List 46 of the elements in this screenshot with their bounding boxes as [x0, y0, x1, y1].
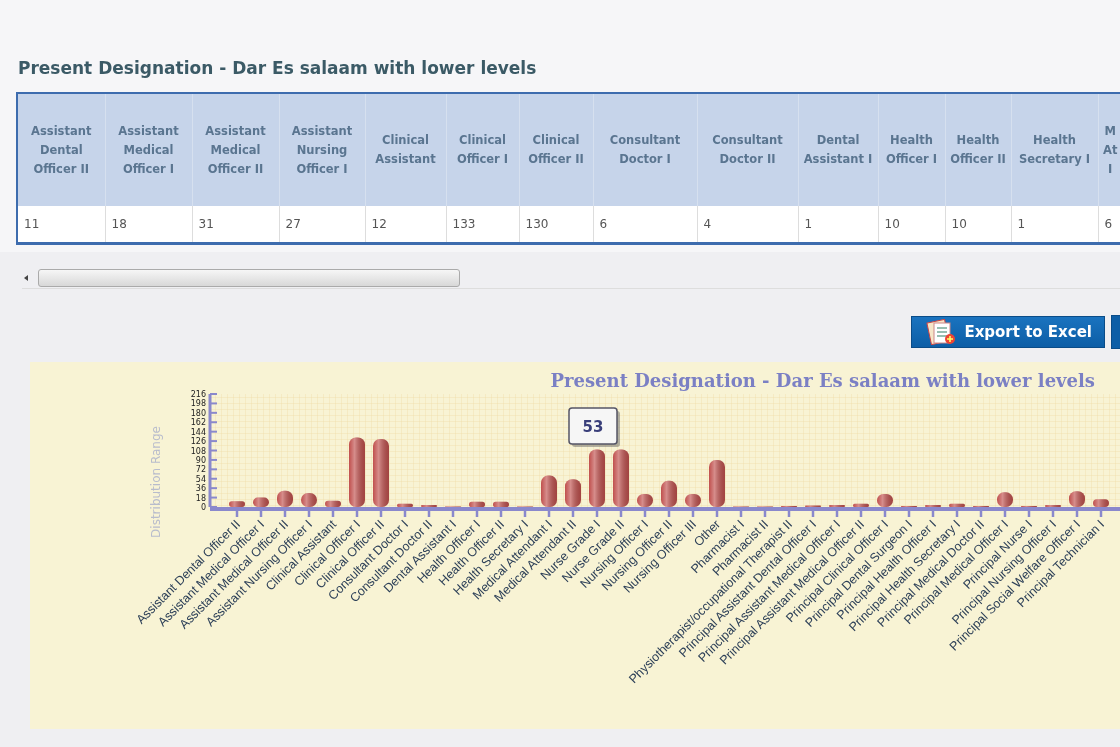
table-cell: 31: [192, 206, 279, 244]
y-tick-label: 108: [190, 446, 206, 456]
table-cell: 6: [1098, 206, 1120, 244]
y-tick-label: 72: [195, 465, 206, 475]
column-header: Assistant Medical Officer I: [105, 93, 192, 206]
table-cell: 12: [365, 206, 446, 244]
y-tick-label: 0: [200, 503, 206, 512]
page-title: Present Designation - Dar Es salaam with lower levels: [18, 58, 537, 78]
table-cell: 1: [798, 206, 878, 244]
y-axis-label: Distribution Range: [149, 426, 163, 538]
table-cell: 1: [1011, 206, 1098, 244]
column-header: Clinical Officer I: [446, 93, 519, 206]
y-tick-label: 144: [190, 427, 206, 437]
y-tick-label: 198: [190, 399, 206, 409]
table-cell: 27: [279, 206, 365, 244]
y-tick-label: 36: [195, 484, 206, 494]
table-cell: 133: [446, 206, 519, 244]
column-header: Health Secretary I: [1011, 93, 1098, 206]
column-header: Assistant Dental Officer II: [17, 93, 105, 206]
column-header: Consultant Doctor II: [697, 93, 798, 206]
table-cell: 11: [17, 206, 105, 244]
annotation: 53: [582, 418, 604, 436]
column-header: M At I: [1098, 93, 1120, 206]
y-tick-label: 18: [195, 493, 206, 503]
column-header: Assistant Medical Officer II: [192, 93, 279, 206]
y-tick-label: 180: [190, 408, 206, 418]
column-header: Assistant Nursing Officer I: [279, 93, 365, 206]
table-cell: 10: [945, 206, 1011, 244]
table-cell: 10: [878, 206, 945, 244]
y-tick-label: 54: [195, 474, 206, 484]
column-header: Health Officer II: [945, 93, 1011, 206]
table-cell: 18: [105, 206, 192, 244]
table-cell: 4: [697, 206, 798, 244]
table-cell: 6: [593, 206, 697, 244]
y-tick-label: 126: [190, 437, 206, 447]
column-header: Clinical Officer II: [519, 93, 593, 206]
column-header: Consultant Doctor I: [593, 93, 697, 206]
column-header: Health Officer I: [878, 93, 945, 206]
y-tick-label: 90: [195, 455, 206, 465]
y-tick-label: 216: [190, 390, 206, 399]
value-tooltip: 53: [568, 407, 620, 447]
column-header: Clinical Assistant: [365, 93, 446, 206]
table-cell: 130: [519, 206, 593, 244]
y-tick-label: 162: [190, 418, 206, 428]
chart-title: Present Designation - Dar Es salaam with lower levels: [550, 370, 1095, 391]
column-header: Dental Assistant I: [798, 93, 878, 206]
